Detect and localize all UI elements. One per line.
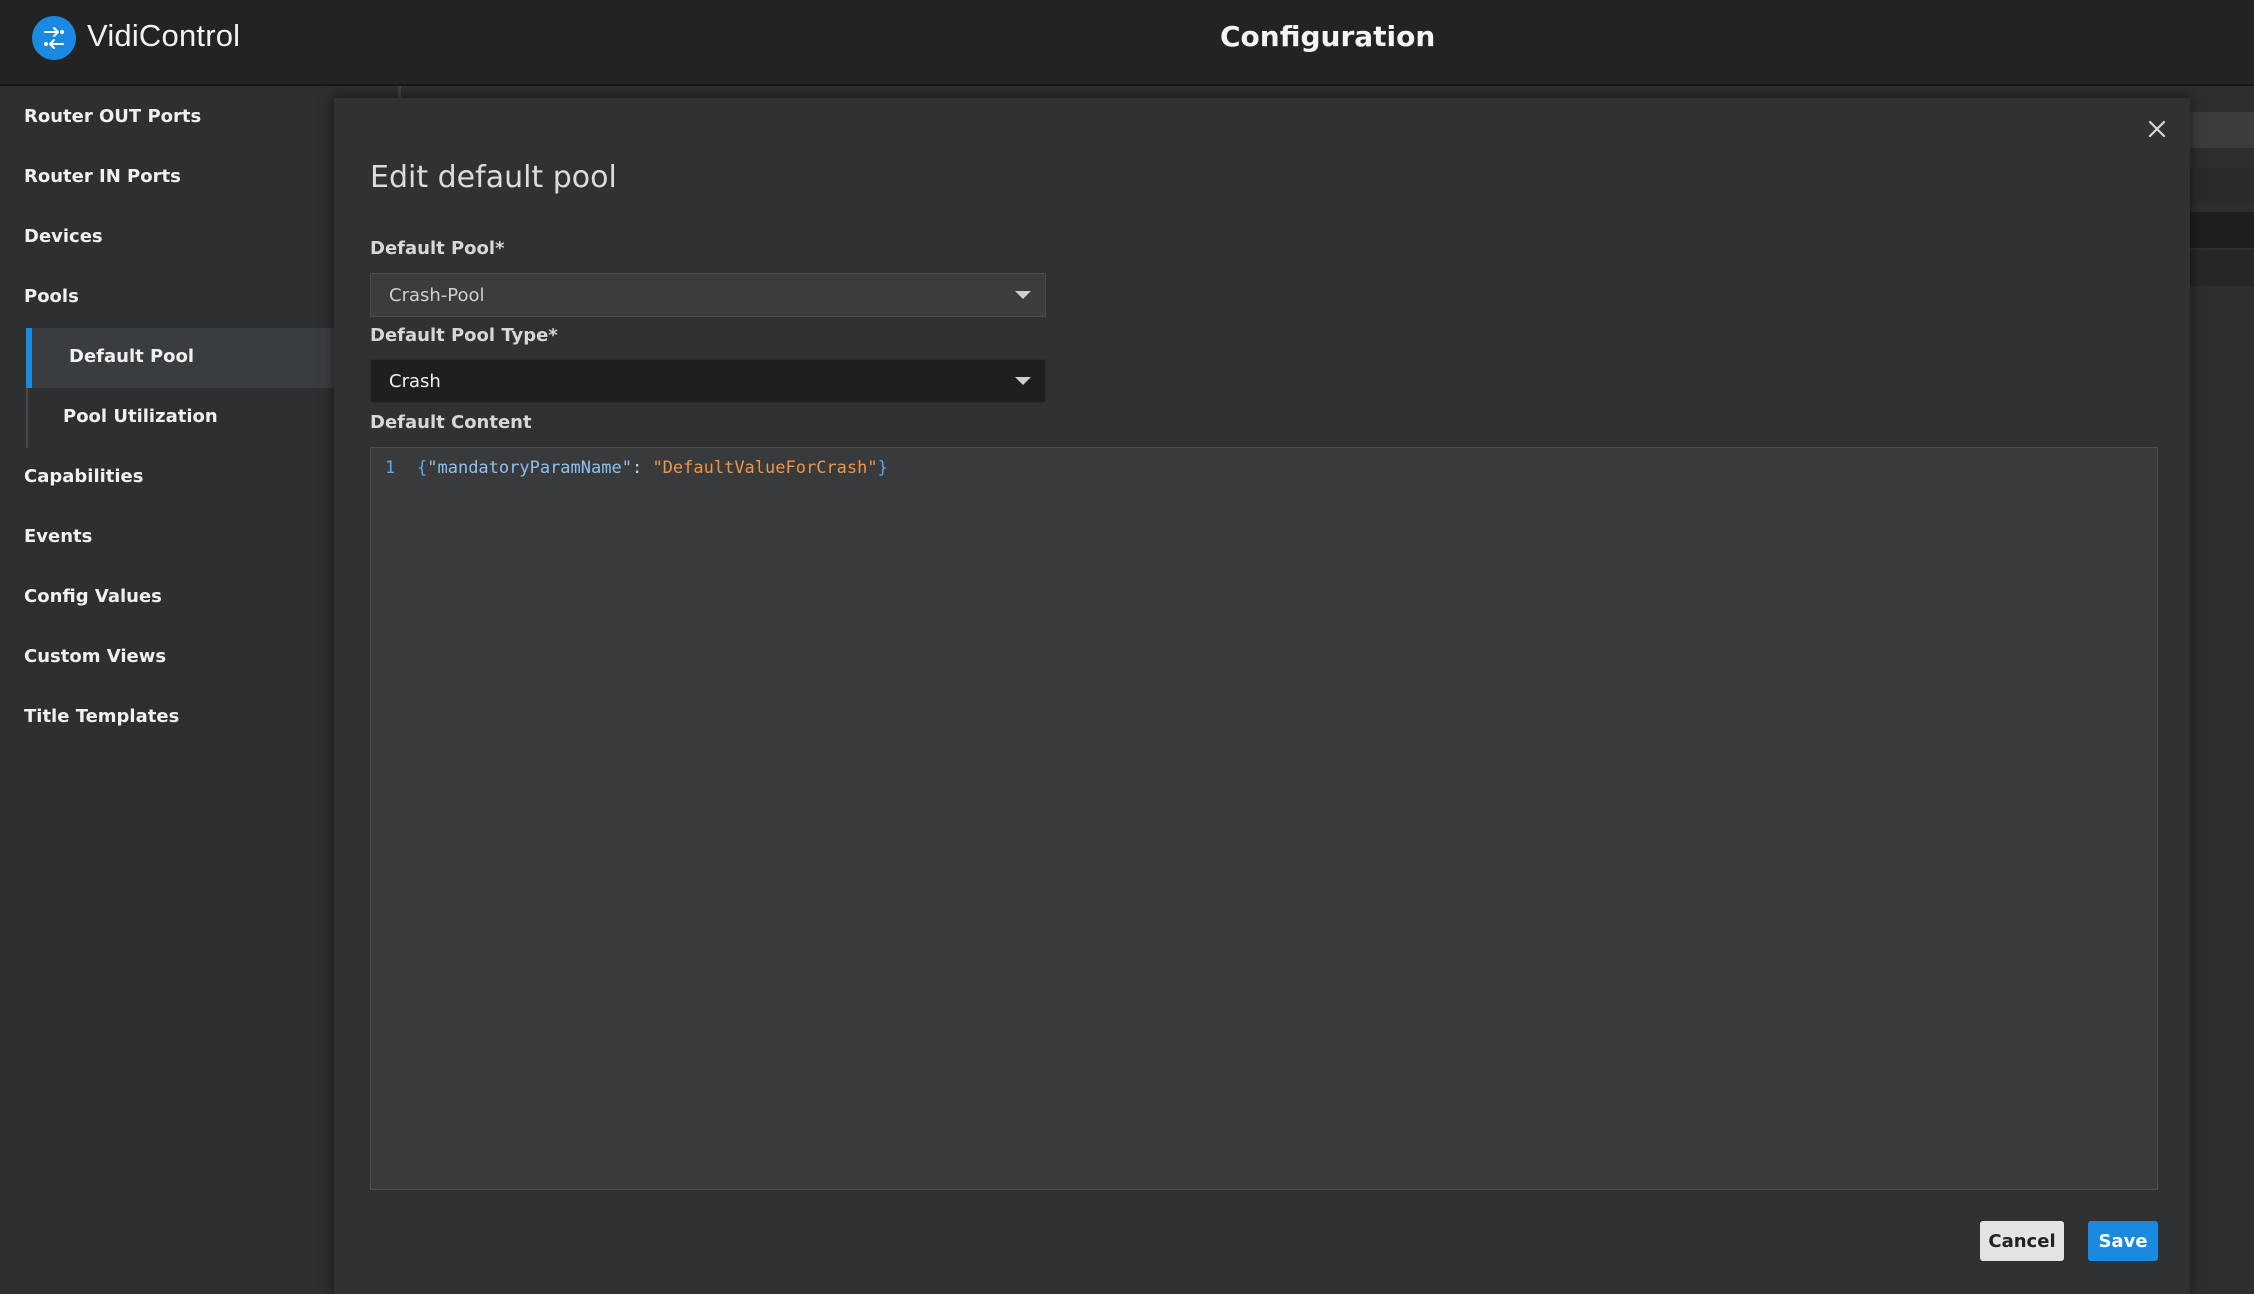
dialog-title: Edit default pool [370, 160, 617, 195]
code-string-value: "DefaultValueForCrash" [652, 458, 878, 478]
default-pool-type-label: Default Pool Type* [370, 325, 558, 346]
sidebar-item-events[interactable]: Events [24, 522, 92, 552]
app-header: VidiControl Configuration [0, 0, 2254, 86]
code-brace: } [877, 458, 888, 478]
line-number: 1 [385, 458, 396, 478]
close-icon[interactable] [2140, 112, 2174, 146]
default-content-label: Default Content [370, 412, 532, 433]
sidebar-item-default-pool[interactable]: Default Pool [69, 342, 194, 372]
sidebar-item-devices[interactable]: Devices [24, 222, 103, 252]
vidicontrol-logo-icon[interactable] [32, 16, 76, 60]
background-panel [2190, 250, 2254, 286]
edit-default-pool-dialog: Edit default pool Default Pool* Crash-Po… [334, 98, 2190, 1294]
code-key: "mandatoryParamName" [427, 458, 632, 478]
save-button[interactable]: Save [2088, 1221, 2158, 1261]
sidebar-nav: Router OUT Ports Router IN Ports Devices… [0, 88, 334, 1294]
chevron-down-icon [1015, 291, 1031, 299]
code-brace: { [417, 458, 428, 478]
page-title: Configuration [1220, 20, 1436, 53]
default-pool-type-select[interactable]: Crash [370, 359, 1046, 403]
sidebar-item-router-out-ports[interactable]: Router OUT Ports [24, 102, 201, 132]
background-panel [2190, 112, 2254, 148]
sidebar-item-config-values[interactable]: Config Values [24, 582, 162, 612]
default-content-code-editor[interactable]: 1 {"mandatoryParamName": "DefaultValueFo… [370, 447, 2158, 1190]
brand-name: VidiControl [87, 18, 241, 53]
sidebar-item-pool-utilization[interactable]: Pool Utilization [63, 402, 218, 432]
code-separator: : [631, 458, 653, 478]
sidebar-item-title-templates[interactable]: Title Templates [24, 702, 179, 732]
default-pool-value: Crash-Pool [389, 284, 485, 306]
default-pool-select[interactable]: Crash-Pool [370, 273, 1046, 317]
default-pool-type-value: Crash [389, 370, 441, 392]
chevron-down-icon [1015, 377, 1031, 385]
sidebar-item-capabilities[interactable]: Capabilities [24, 462, 143, 492]
sidebar-item-custom-views[interactable]: Custom Views [24, 642, 166, 672]
background-panel [2190, 212, 2254, 248]
default-pool-label: Default Pool* [370, 238, 505, 259]
sidebar-item-router-in-ports[interactable]: Router IN Ports [24, 162, 181, 192]
sidebar-item-pools[interactable]: Pools [24, 282, 79, 312]
code-line[interactable]: {"mandatoryParamName": "DefaultValueForC… [417, 458, 888, 478]
cancel-button[interactable]: Cancel [1980, 1221, 2064, 1261]
background-panel [2190, 168, 2254, 204]
